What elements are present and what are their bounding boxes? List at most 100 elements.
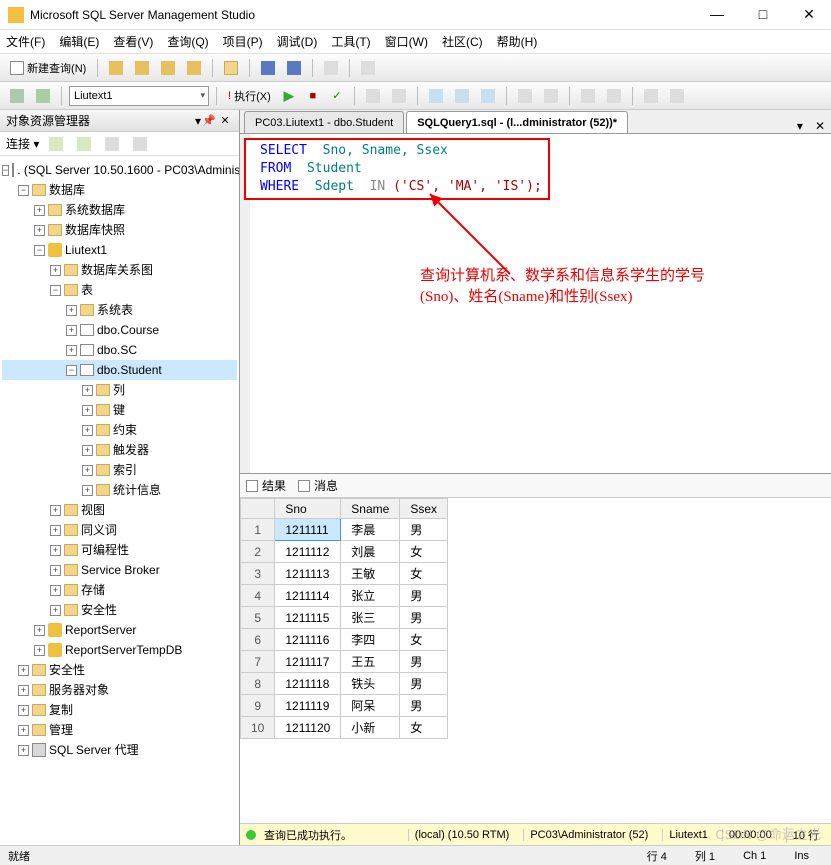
comment-button[interactable] [640,86,662,106]
uncomment-button[interactable] [666,86,688,106]
tree-report-server[interactable]: +ReportServer [2,620,237,640]
grid-cell[interactable]: 男 [400,695,448,717]
grid-cell[interactable]: 李四 [341,629,400,651]
tree-tables[interactable]: −表 [2,280,237,300]
refresh-button[interactable] [101,134,123,154]
pin-icon[interactable]: 📌 [201,114,217,127]
grid-cell[interactable]: 4 [241,585,275,607]
results-tab[interactable]: 结果 [246,477,286,494]
activity-button[interactable] [320,58,342,78]
grid-cell[interactable]: 1211119 [275,695,341,717]
tb-btn-1[interactable] [105,58,127,78]
tb2-btn-6[interactable] [514,86,536,106]
grid-cell[interactable]: 9 [241,695,275,717]
grid-cell[interactable]: 男 [400,519,448,541]
panel-close-icon[interactable]: ✕ [217,114,233,127]
table-row[interactable]: 101211120小新女 [241,717,448,739]
tab-student-table[interactable]: PC03.Liutext1 - dbo.Student [244,111,404,133]
menu-help[interactable]: 帮助(H) [497,33,538,50]
grid-cell[interactable]: 1211112 [275,541,341,563]
connect-dropdown[interactable]: 连接 ▾ [6,135,39,152]
open-button[interactable] [220,58,242,78]
menu-query[interactable]: 查询(Q) [167,33,208,50]
tree-replication[interactable]: +复制 [2,700,237,720]
grid-header[interactable]: Sno [275,499,341,519]
tree-storage[interactable]: +存储 [2,580,237,600]
tree-sc[interactable]: +dbo.SC [2,340,237,360]
tree-server[interactable]: −. (SQL Server 10.50.1600 - PC03\Adminis… [2,160,237,180]
grid-cell[interactable]: 5 [241,607,275,629]
tree-service-broker[interactable]: +Service Broker [2,560,237,580]
messages-tab[interactable]: 消息 [298,477,338,494]
grid-cell[interactable]: 女 [400,717,448,739]
tree-course[interactable]: +dbo.Course [2,320,237,340]
tree-views[interactable]: +视图 [2,500,237,520]
tree-student[interactable]: −dbo.Student [2,360,237,380]
indent-button[interactable] [577,86,599,106]
grid-cell[interactable]: 1211114 [275,585,341,607]
grid-cell[interactable]: 女 [400,563,448,585]
tb-btn-3[interactable] [157,58,179,78]
tab-close-icon[interactable]: ✕ [809,119,831,133]
grid-header[interactable]: Ssex [400,499,448,519]
grid-cell[interactable]: 10 [241,717,275,739]
parse-button[interactable]: ✓ [327,86,347,106]
grid-header[interactable]: Sname [341,499,400,519]
tree-report-server-temp[interactable]: +ReportServerTempDB [2,640,237,660]
new-query-button[interactable]: 新建查询(N) [6,58,90,78]
results-grid-wrap[interactable]: SnoSnameSsex 11211111李晨男21211112刘晨女31211… [240,498,831,823]
grid-cell[interactable]: 铁头 [341,673,400,695]
grid-cell[interactable]: 小新 [341,717,400,739]
tb2-btn-7[interactable] [540,86,562,106]
table-row[interactable]: 61211116李四女 [241,629,448,651]
grid-cell[interactable]: 女 [400,629,448,651]
table-row[interactable]: 11211111李晨男 [241,519,448,541]
grid-cell[interactable]: 1211120 [275,717,341,739]
tree-liutext1[interactable]: −Liutext1 [2,240,237,260]
sql-editor[interactable]: SELECT Sno, Sname, Ssex FROM Student WHE… [240,134,831,474]
grid-cell[interactable]: 男 [400,673,448,695]
execute-button[interactable]: ! 执行(X) [224,86,275,106]
table-row[interactable]: 71211117王五男 [241,651,448,673]
save-button[interactable] [257,58,279,78]
conn-btn-2[interactable] [73,134,95,154]
conn-btn-1[interactable] [45,134,67,154]
tree-stats[interactable]: +统计信息 [2,480,237,500]
tree-indexes[interactable]: +索引 [2,460,237,480]
tree[interactable]: −. (SQL Server 10.50.1600 - PC03\Adminis… [0,156,239,845]
stop-button[interactable]: ■ [303,86,323,106]
minimize-button[interactable]: — [703,6,731,23]
tab-dropdown-icon[interactable]: ▾ [791,119,809,133]
tb2-btn-4[interactable] [451,86,473,106]
tb-btn-2[interactable] [131,58,153,78]
grid-cell[interactable]: 8 [241,673,275,695]
close-button[interactable]: ✕ [795,6,823,23]
grid-cell[interactable]: 1211116 [275,629,341,651]
database-combo[interactable]: Liutext1 [69,86,209,106]
grid-cell[interactable]: 1211111 [275,519,341,541]
grid-cell[interactable]: 王敏 [341,563,400,585]
tb2-btn-3[interactable] [425,86,447,106]
grid-cell[interactable]: 男 [400,585,448,607]
tb2-btn-1[interactable] [362,86,384,106]
menu-community[interactable]: 社区(C) [442,33,483,50]
tree-management[interactable]: +管理 [2,720,237,740]
tree-triggers[interactable]: +触发器 [2,440,237,460]
grid-cell[interactable]: 张三 [341,607,400,629]
grid-cell[interactable]: 女 [400,541,448,563]
grid-cell[interactable]: 1211117 [275,651,341,673]
outdent-button[interactable] [603,86,625,106]
tab-sqlquery1[interactable]: SQLQuery1.sql - (l...dministrator (52))* [406,111,628,133]
tree-security-db[interactable]: +安全性 [2,600,237,620]
menu-project[interactable]: 项目(P) [223,33,263,50]
menu-edit[interactable]: 编辑(E) [59,33,99,50]
tree-sql-agent[interactable]: +SQL Server 代理 [2,740,237,760]
list-button[interactable] [357,58,379,78]
tree-security[interactable]: +安全性 [2,660,237,680]
debug-button[interactable]: ▶ [279,86,299,106]
tb2-btn-2[interactable] [388,86,410,106]
tree-sys-tables[interactable]: +系统表 [2,300,237,320]
menu-tools[interactable]: 工具(T) [331,33,370,50]
table-row[interactable]: 91211119阿呆男 [241,695,448,717]
grid-cell[interactable]: 男 [400,651,448,673]
